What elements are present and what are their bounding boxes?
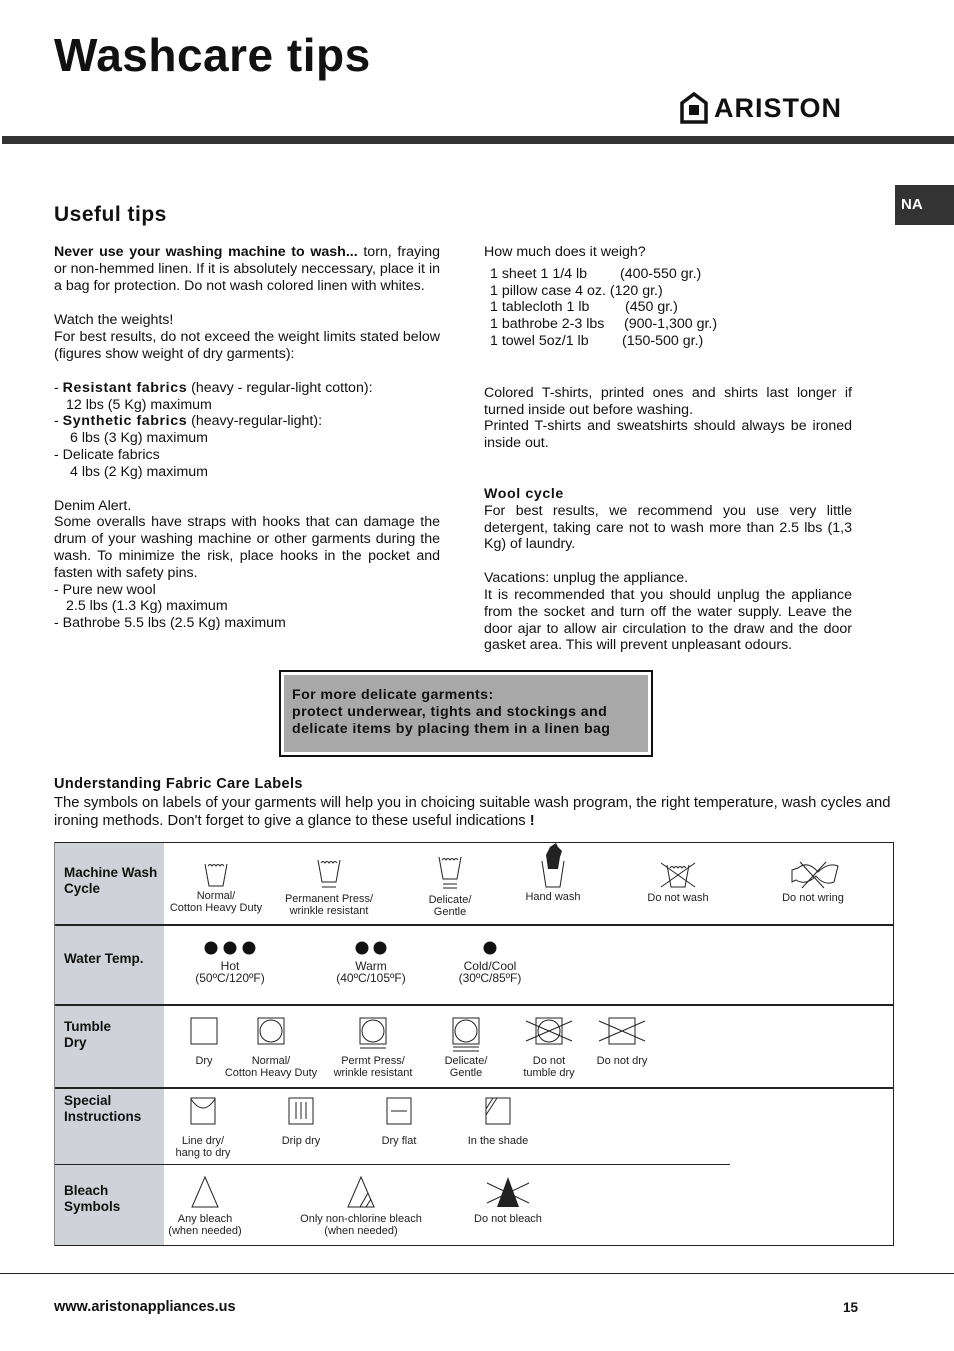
right-column: How much does it weigh? 1 sheet 1 1/4 lb… bbox=[484, 244, 852, 654]
two-dots-icon bbox=[355, 941, 387, 955]
dry-flat-icon bbox=[386, 1097, 412, 1125]
do-not-dry: Do not dry bbox=[552, 1017, 692, 1068]
line-dry-icon bbox=[190, 1097, 216, 1125]
one-dot-icon bbox=[483, 941, 497, 955]
row-divider bbox=[55, 924, 894, 926]
row-divider bbox=[55, 1087, 894, 1089]
weigh-item: 1 sheet 1 1/4 lb (400-550 gr.) bbox=[490, 265, 702, 282]
weigh-title: How much does it weigh? bbox=[484, 244, 646, 260]
wash-tub-icon bbox=[204, 863, 228, 887]
wash-tub-two-bars-icon bbox=[438, 856, 462, 889]
tshirts-text: Colored T-shirts, printed ones and shirt… bbox=[484, 384, 852, 418]
weigh-item: 1 pillow case 4 oz. (120 gr.) bbox=[490, 282, 663, 299]
shade-dry-icon bbox=[485, 1097, 511, 1125]
dry-in-shade: In the shade bbox=[428, 1097, 568, 1148]
notice-title: For more delicate garments: bbox=[292, 687, 494, 703]
tumble-dry-icon bbox=[257, 1017, 285, 1045]
footer-divider bbox=[0, 1273, 954, 1274]
tumble-dry-one-bar-icon bbox=[359, 1017, 387, 1049]
weigh-item: 1 tablecloth 1 lb (450 gr.) bbox=[490, 299, 678, 316]
notice-box: For more delicate garments: protect unde… bbox=[279, 670, 653, 757]
house-logo-icon bbox=[680, 92, 708, 124]
wool-text: For best results, we recommend you use v… bbox=[484, 502, 852, 553]
hand-wash: Hand wash bbox=[483, 843, 623, 904]
region-tab: NA bbox=[895, 185, 954, 225]
crossed-triangle-icon bbox=[486, 1177, 530, 1207]
drip-dry-icon bbox=[288, 1097, 314, 1125]
brand-logo: ARISTON bbox=[680, 92, 842, 124]
triangle-icon bbox=[191, 1175, 219, 1208]
weigh-list: 1 sheet 1 1/4 lb (400-550 gr.) 1 pillow c… bbox=[484, 266, 852, 350]
wash-tub-one-bar-icon bbox=[317, 859, 341, 888]
row-divider bbox=[55, 1004, 894, 1006]
tumble-dry-two-bars-icon bbox=[452, 1017, 480, 1052]
page-number: 15 bbox=[843, 1300, 859, 1315]
crossed-wring-icon bbox=[791, 861, 839, 889]
limit-bathrobe: - Bathrobe 5.5 lbs (2.5 Kg) maximum bbox=[54, 615, 286, 632]
wool-title: Wool cycle bbox=[484, 485, 564, 502]
header-divider bbox=[2, 136, 954, 144]
page-title: Washcare tips bbox=[54, 29, 371, 81]
fabric-care-title: Understanding Fabric Care Labels bbox=[54, 776, 303, 792]
row-divider bbox=[55, 1164, 730, 1165]
left-column: Never use your washing machine to wash..… bbox=[54, 244, 441, 632]
vacation-text: It is recommended that you should unplug… bbox=[484, 586, 852, 654]
row-label-water-temp: Water Temp. bbox=[55, 925, 164, 1005]
temp-hot: Hot (50ºC/120ºF) bbox=[160, 941, 300, 984]
weigh-item: 1 towel 5oz/1 lb (150-500 gr.) bbox=[490, 332, 704, 349]
denim-text: Some overalls have straps with hooks tha… bbox=[54, 514, 440, 581]
striped-triangle-icon bbox=[347, 1175, 375, 1208]
tshirts-text-2: Printed T-shirts and sweatshirts should … bbox=[484, 418, 852, 452]
weigh-item: 1 bathrobe 2-3 lbs (900-1,300 gr.) bbox=[490, 316, 718, 333]
do-not-wring: Do not wring bbox=[743, 860, 883, 905]
denim-title: Denim Alert. bbox=[54, 497, 132, 514]
wash-permanent-press: Permanent Press/ wrinkle resistant bbox=[259, 857, 399, 917]
notice-text: protect underwear, tights and stockings … bbox=[292, 704, 611, 737]
section-title: Useful tips bbox=[54, 203, 167, 226]
do-not-bleach: Do not bleach bbox=[438, 1175, 578, 1226]
hand-wash-icon bbox=[541, 843, 565, 888]
fabric-care-text: The symbols on labels of your garments w… bbox=[54, 795, 891, 829]
limit-synthetic: - Synthetic fabrics (heavy-regular-light… bbox=[54, 413, 323, 430]
footer-url[interactable]: www.aristonappliances.us bbox=[54, 1299, 236, 1315]
limit-wool: - Pure new wool bbox=[54, 581, 156, 598]
non-chlorine-bleach: Only non-chlorine bleach (when needed) bbox=[291, 1175, 431, 1237]
do-not-wash: Do not wash bbox=[608, 860, 748, 905]
weights-text: For best results, do not exceed the weig… bbox=[54, 329, 440, 362]
any-bleach: Any bleach (when needed) bbox=[135, 1175, 275, 1237]
temp-cold: Cold/Cool (30ºC/85ºF) bbox=[420, 941, 560, 984]
three-dots-icon bbox=[204, 941, 256, 955]
crossed-square-icon bbox=[598, 1017, 646, 1045]
weights-title: Watch the weights! bbox=[54, 312, 174, 329]
brand-name: ARISTON bbox=[714, 92, 843, 123]
crossed-wash-tub-icon bbox=[660, 862, 696, 888]
torn-linen-tip: Never use your washing machine to wash..… bbox=[54, 244, 441, 294]
limit-resistant: - Resistant fabrics (heavy - regular-lig… bbox=[54, 379, 373, 396]
limit-delicate: - Delicate fabrics bbox=[54, 446, 160, 463]
vacation-title: Vacations: unplug the appliance. bbox=[484, 570, 689, 587]
